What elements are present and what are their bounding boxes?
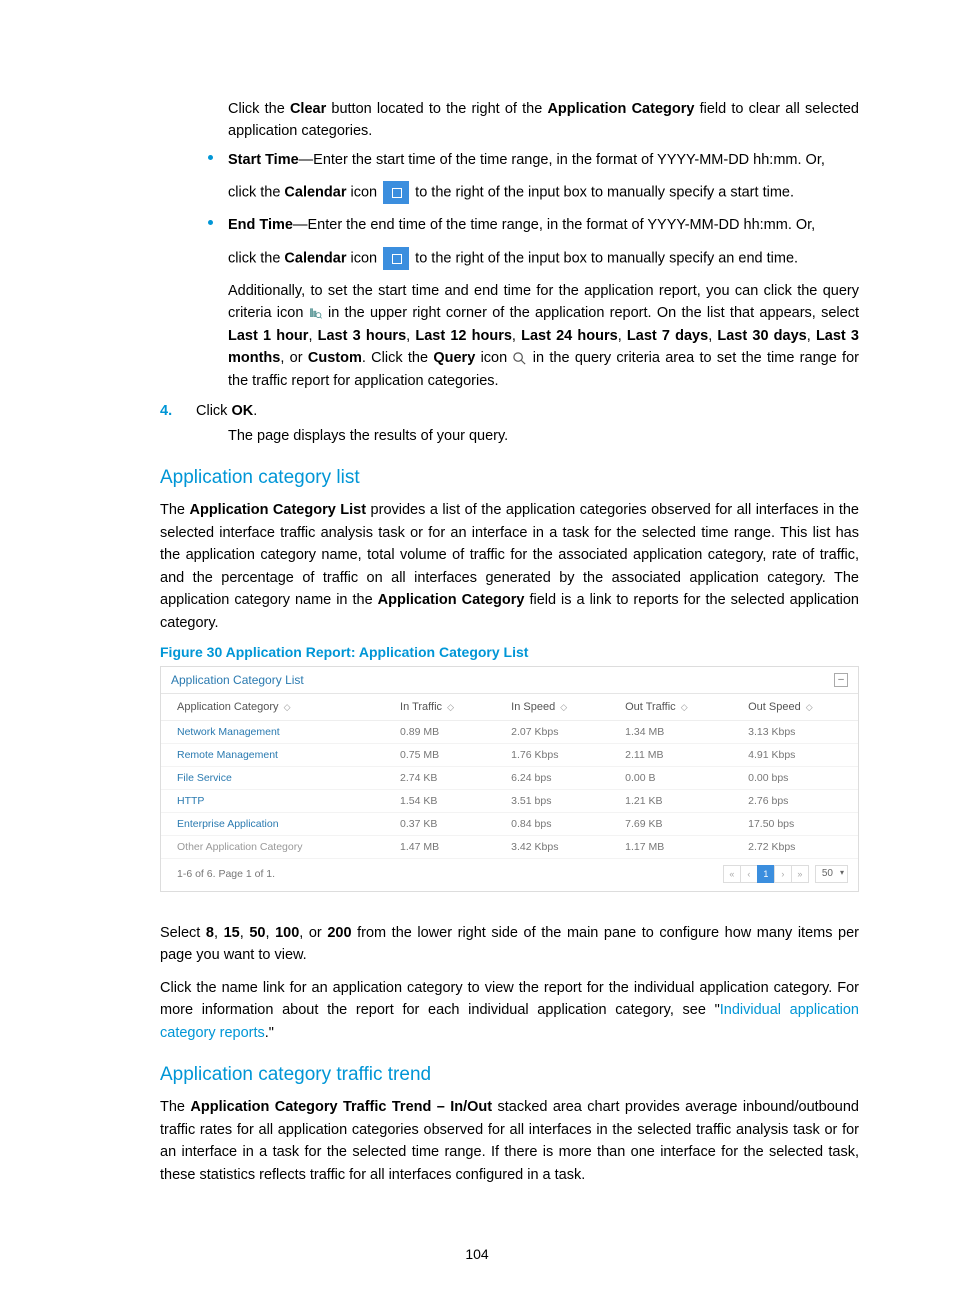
text: Click the (228, 101, 290, 117)
app-cat-name[interactable]: File Service (161, 766, 384, 789)
heading-traffic-trend: Application category traffic trend (160, 1064, 859, 1086)
table-row: Remote Management0.75 MB1.76 Kbps2.11 MB… (161, 743, 858, 766)
cell-value: 1.34 MB (609, 720, 732, 743)
app-cat-list-desc: The Application Category List provides a… (160, 499, 859, 634)
query-criteria-icon (309, 307, 323, 320)
step-4-result: The page displays the results of your qu… (228, 425, 859, 447)
ok-bold: OK (231, 403, 253, 419)
bullet-icon (208, 155, 213, 160)
pager-current[interactable]: 1 (757, 865, 775, 883)
cell-value: 0.00 bps (732, 766, 858, 789)
calendar-icon (383, 247, 409, 270)
pager: « ‹ 1 › » 50 (724, 865, 848, 883)
table-row: Enterprise Application0.37 KB0.84 bps7.6… (161, 812, 858, 835)
cell-value: 3.51 bps (495, 789, 609, 812)
table-row: HTTP1.54 KB3.51 bps1.21 KB2.76 bps (161, 789, 858, 812)
calendar-icon (383, 181, 409, 204)
page-size-select[interactable]: 50 (815, 865, 848, 883)
traffic-trend-desc: The Application Category Traffic Trend –… (160, 1096, 859, 1186)
sort-icon: ◇ (681, 702, 688, 713)
step-number: 4. (160, 400, 172, 422)
end-time-line2: click the Calendar icon to the right of … (228, 247, 859, 270)
cell-value: 17.50 bps (732, 812, 858, 835)
cell-value: 0.37 KB (384, 812, 495, 835)
sort-icon: ◇ (284, 702, 291, 713)
cell-value: 3.42 Kbps (495, 835, 609, 858)
collapse-icon[interactable]: – (834, 673, 848, 687)
cell-value: 2.76 bps (732, 789, 858, 812)
cell-value: 7.69 KB (609, 812, 732, 835)
cell-value: 2.72 Kbps (732, 835, 858, 858)
bullet-end-time: End Time—Enter the end time of the time … (208, 214, 859, 236)
app-cat-name[interactable]: Network Management (161, 720, 384, 743)
table-row: Network Management0.89 MB2.07 Kbps1.34 M… (161, 720, 858, 743)
start-time-line2: click the Calendar icon to the right of … (228, 181, 859, 204)
bullet-start-time: Start Time—Enter the start time of the t… (208, 149, 859, 171)
footer-text: 1-6 of 6. Page 1 of 1. (177, 868, 275, 880)
sort-icon: ◇ (447, 702, 454, 713)
cell-value: 0.75 MB (384, 743, 495, 766)
cell-value: 6.24 bps (495, 766, 609, 789)
cell-value: 2.07 Kbps (495, 720, 609, 743)
cell-value: 1.54 KB (384, 789, 495, 812)
panel-footer: 1-6 of 6. Page 1 of 1. « ‹ 1 › » 50 (161, 859, 858, 891)
pager-first-icon[interactable]: « (723, 865, 741, 883)
page-number: 104 (0, 1246, 954, 1262)
cell-value: 1.76 Kbps (495, 743, 609, 766)
cell-value: 4.91 Kbps (732, 743, 858, 766)
cell-value: 0.84 bps (495, 812, 609, 835)
table-row: Other Application Category1.47 MB3.42 Kb… (161, 835, 858, 858)
clear-paragraph: Click the Clear button located to the ri… (228, 98, 859, 143)
app-cat-name: Other Application Category (161, 835, 384, 858)
sort-icon: ◇ (806, 702, 813, 713)
app-cat-name[interactable]: Remote Management (161, 743, 384, 766)
figure-caption: Figure 30 Application Report: Applicatio… (160, 644, 859, 660)
col-header[interactable]: Out Traffic ◇ (609, 694, 732, 721)
cell-value: 0.00 B (609, 766, 732, 789)
sort-icon: ◇ (560, 702, 567, 713)
col-header[interactable]: Out Speed ◇ (732, 694, 858, 721)
col-header[interactable]: In Traffic ◇ (384, 694, 495, 721)
col-header[interactable]: In Speed ◇ (495, 694, 609, 721)
link-paragraph: Click the name link for an application c… (160, 977, 859, 1044)
heading-app-cat-list: Application category list (160, 467, 859, 489)
pager-prev-icon[interactable]: ‹ (740, 865, 758, 883)
panel-title: Application Category List (171, 673, 304, 687)
page-size-paragraph: Select 8, 15, 50, 100, or 200 from the l… (160, 922, 859, 967)
appcat-bold: Application Category (547, 101, 694, 117)
cell-value: 0.89 MB (384, 720, 495, 743)
pager-next-icon[interactable]: › (774, 865, 792, 883)
magnifier-icon (512, 351, 527, 366)
pager-last-icon[interactable]: » (791, 865, 809, 883)
cell-value: 1.47 MB (384, 835, 495, 858)
panel-header: Application Category List – (161, 667, 858, 694)
col-header[interactable]: Application Category ◇ (161, 694, 384, 721)
cell-value: 2.74 KB (384, 766, 495, 789)
step-4: 4. Click OK. (160, 400, 859, 422)
bullet-icon (208, 220, 213, 225)
app-cat-list-panel: Application Category List – Application … (160, 666, 859, 892)
cell-value: 2.11 MB (609, 743, 732, 766)
cell-value: 3.13 Kbps (732, 720, 858, 743)
cell-value: 1.21 KB (609, 789, 732, 812)
app-cat-name[interactable]: Enterprise Application (161, 812, 384, 835)
cell-value: 1.17 MB (609, 835, 732, 858)
end-time-extra: Additionally, to set the start time and … (228, 280, 859, 392)
end-time-label: End Time (228, 217, 293, 233)
app-cat-table: Application Category ◇In Traffic ◇In Spe… (161, 694, 858, 859)
clear-bold: Clear (290, 101, 326, 117)
table-row: File Service2.74 KB6.24 bps0.00 B0.00 bp… (161, 766, 858, 789)
start-time-label: Start Time (228, 152, 299, 168)
app-cat-name[interactable]: HTTP (161, 789, 384, 812)
